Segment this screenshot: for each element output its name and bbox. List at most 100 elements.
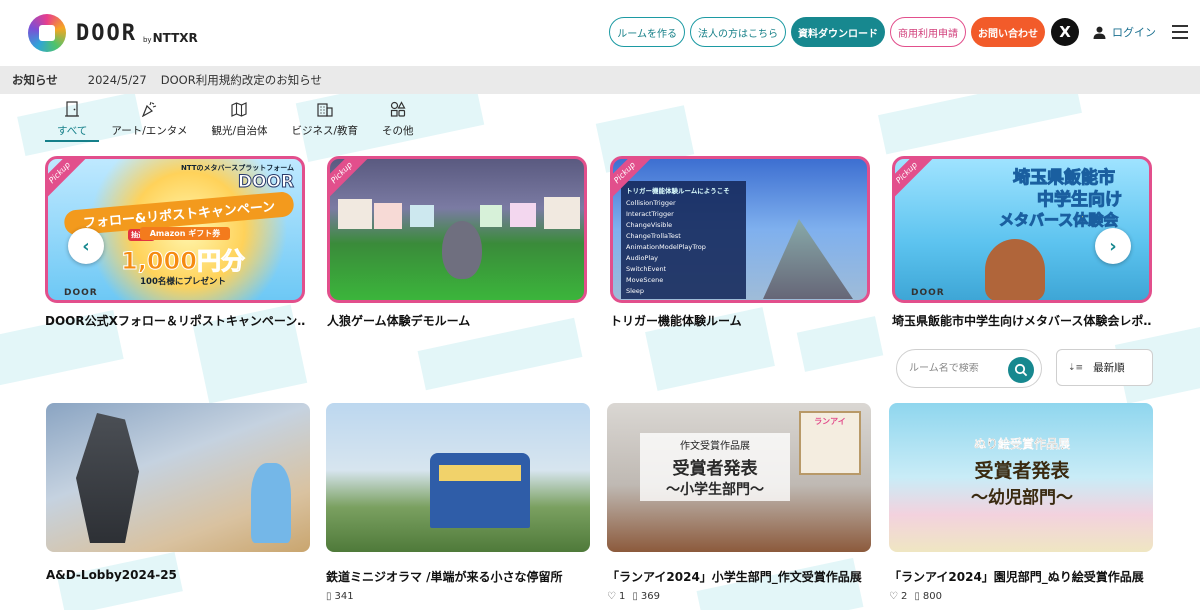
panel-line: ChangeVisible <box>626 221 673 229</box>
door-icon <box>65 100 80 118</box>
panel-line: SwitchEvent <box>626 265 667 273</box>
pickup-title[interactable]: トリガー機能体験ルーム <box>610 312 870 329</box>
thumb-brand: DOOR <box>237 172 294 193</box>
pickup-title[interactable]: 埼玉県飯能市中学生向けメタバース体験会レポ… <box>892 312 1152 329</box>
thumb-title-card: ぬり絵受賞作品展 受賞者発表 〜幼児部門〜 <box>947 435 1097 519</box>
notice-label: お知らせ <box>12 73 58 87</box>
room-title[interactable]: 鉄道ミニジオラマ /単端が来る小さな停留所 <box>326 568 590 585</box>
user-icon <box>1093 26 1106 39</box>
room-title[interactable]: 「ランアイ2024」小学生部門_作文受賞作品展 <box>607 568 871 585</box>
tab-label: ビジネス/教育 <box>291 125 359 137</box>
staircase-scene <box>763 219 853 299</box>
pickup-title[interactable]: DOOR公式Xフォロー＆リポストキャンペーン… <box>45 312 305 329</box>
pickup-card[interactable]: Pickup 人狼ゲーム体験デモルーム <box>327 156 587 329</box>
logo-text: DOOR <box>76 20 137 46</box>
pickup-title[interactable]: 人狼ゲーム体験デモルーム <box>327 312 587 329</box>
notice-bar[interactable]: お知らせ 2024/5/27 DOOR利用規約改定のお知らせ <box>0 66 1200 94</box>
thumb-line3: メタバース体験会 <box>998 211 1119 230</box>
pickup-badge: Pickup <box>895 159 934 200</box>
shapes-icon <box>390 100 406 118</box>
pickup-thumbnail[interactable]: Pickup <box>327 156 587 303</box>
carousel-prev-button[interactable]: ‹ <box>68 228 104 264</box>
room-stats: ♡ 1 ▯ 369 <box>607 591 871 602</box>
thumb-line1: 作文受賞作品展 <box>680 441 750 452</box>
for-business-button[interactable]: 法人の方はこちら <box>690 17 786 47</box>
room-card[interactable]: 鉄道ミニジオラマ /単端が来る小さな停留所 ▯ 341 <box>326 403 590 602</box>
map-icon <box>231 100 248 118</box>
heart-icon: ♡ <box>607 591 616 602</box>
train-windows <box>439 465 521 481</box>
carousel-next-button[interactable]: › <box>1095 228 1131 264</box>
category-tabs: すべて アート/エンタメ 観光/自治体 ビジネス/教育 その他 <box>45 100 426 142</box>
room-thumbnail[interactable]: 作文受賞作品展 受賞者発表 〜小学生部門〜 ランアイ <box>607 403 871 552</box>
room-card[interactable]: A&D-Lobby2024-25 <box>46 403 310 582</box>
thumb-recipients: 100名様にプレゼント <box>140 277 226 287</box>
view-count: 800 <box>922 591 942 602</box>
panel-line: AnimationModelPlayTrop <box>626 243 706 251</box>
view-count: 369 <box>640 591 660 602</box>
login-label: ログイン <box>1112 26 1156 39</box>
building-icon <box>317 100 333 118</box>
panel-line: ChangeTrollaTest <box>626 232 681 240</box>
heart-icon: ♡ <box>889 591 898 602</box>
create-room-button[interactable]: ルームを作る <box>609 17 685 47</box>
room-card[interactable]: ぬり絵受賞作品展 受賞者発表 〜幼児部門〜 「ランアイ2024」園児部門_ぬり絵… <box>889 403 1153 602</box>
search-input[interactable] <box>909 363 1005 374</box>
view-count-icon: ▯ <box>914 591 920 602</box>
tab-label: その他 <box>382 125 414 137</box>
panel-title: トリガー機能体験ルームにようこそ <box>626 187 730 195</box>
thumb-title-card: 作文受賞作品展 受賞者発表 〜小学生部門〜 <box>640 433 790 501</box>
panel-line: CollisionTrigger <box>626 199 676 207</box>
pickup-card[interactable]: トリガー機能体験ルームにようこそ CollisionTrigger Intera… <box>610 156 870 329</box>
thumb-line2: 受賞者発表 <box>974 460 1070 482</box>
trigger-info-panel: トリガー機能体験ルームにようこそ CollisionTrigger Intera… <box>621 181 746 299</box>
panel-line: Sleep <box>626 287 645 295</box>
sort-select[interactable]: ⇣≡ 最新順 <box>1056 349 1153 386</box>
tab-all[interactable]: すべて <box>45 100 100 142</box>
tab-business-education[interactable]: ビジネス/教育 <box>280 100 371 142</box>
party-popper-icon <box>141 100 157 118</box>
notice-text[interactable]: DOOR利用規約改定のお知らせ <box>161 72 322 88</box>
avatar-character <box>985 239 1045 300</box>
panel-line: MoveScene <box>626 276 664 284</box>
tab-tourism-municipality[interactable]: 観光/自治体 <box>199 100 279 142</box>
panel-line: InteractTrigger <box>626 210 674 218</box>
thumb-line2: 受賞者発表 <box>672 459 758 479</box>
login-button[interactable]: ログイン <box>1093 24 1156 40</box>
room-title[interactable]: A&D-Lobby2024-25 <box>46 568 310 582</box>
character-figure <box>251 463 291 543</box>
notice-date: 2024/5/27 <box>87 73 147 87</box>
tab-label: 観光/自治体 <box>211 125 268 137</box>
room-thumbnail[interactable] <box>46 403 310 552</box>
room-card[interactable]: 作文受賞作品展 受賞者発表 〜小学生部門〜 ランアイ 「ランアイ2024」小学生… <box>607 403 871 602</box>
search-icon <box>1014 363 1028 377</box>
tab-label: すべて <box>57 125 88 137</box>
room-thumbnail[interactable] <box>326 403 590 552</box>
room-title[interactable]: 「ランアイ2024」園児部門_ぬり絵受賞作品展 <box>889 568 1153 585</box>
like-count: 1 <box>618 591 626 602</box>
logo-company-name: NTTXR <box>152 31 198 45</box>
sign-text: ランアイ <box>814 417 846 426</box>
contact-button[interactable]: お問い合わせ <box>971 17 1045 47</box>
tab-other[interactable]: その他 <box>370 100 426 142</box>
room-thumbnail[interactable]: ぬり絵受賞作品展 受賞者発表 〜幼児部門〜 <box>889 403 1153 552</box>
room-stats: ▯ 341 <box>326 591 590 602</box>
logo-by-text: by <box>142 36 152 44</box>
room-stats: ♡ 2 ▯ 800 <box>889 591 1153 602</box>
door-logo[interactable]: DOOR byNTTXR <box>28 14 198 52</box>
search-button[interactable] <box>1008 357 1034 383</box>
download-docs-button[interactable]: 資料ダウンロード <box>791 17 885 47</box>
x-social-icon[interactable]: X <box>1051 18 1079 46</box>
header-nav: ルームを作る 法人の方はこちら 資料ダウンロード 商用利用申請 お問い合わせ X… <box>604 17 1188 47</box>
hamburger-menu-icon[interactable] <box>1172 25 1188 39</box>
thumb-logo: DOOR <box>64 288 98 298</box>
tab-label: アート/エンタメ <box>111 125 188 137</box>
pickup-thumbnail[interactable]: トリガー機能体験ルームにようこそ CollisionTrigger Intera… <box>610 156 870 303</box>
thumb-line3: 〜幼児部門〜 <box>971 488 1073 508</box>
thumb-line2: 中学生向け <box>1037 190 1123 211</box>
tab-art-entertainment[interactable]: アート/エンタメ <box>99 100 199 142</box>
like-count: 2 <box>900 591 908 602</box>
door-logo-mark-icon <box>28 14 66 52</box>
panel-line: AudioPlay <box>626 254 659 262</box>
commercial-apply-button[interactable]: 商用利用申請 <box>890 17 966 47</box>
